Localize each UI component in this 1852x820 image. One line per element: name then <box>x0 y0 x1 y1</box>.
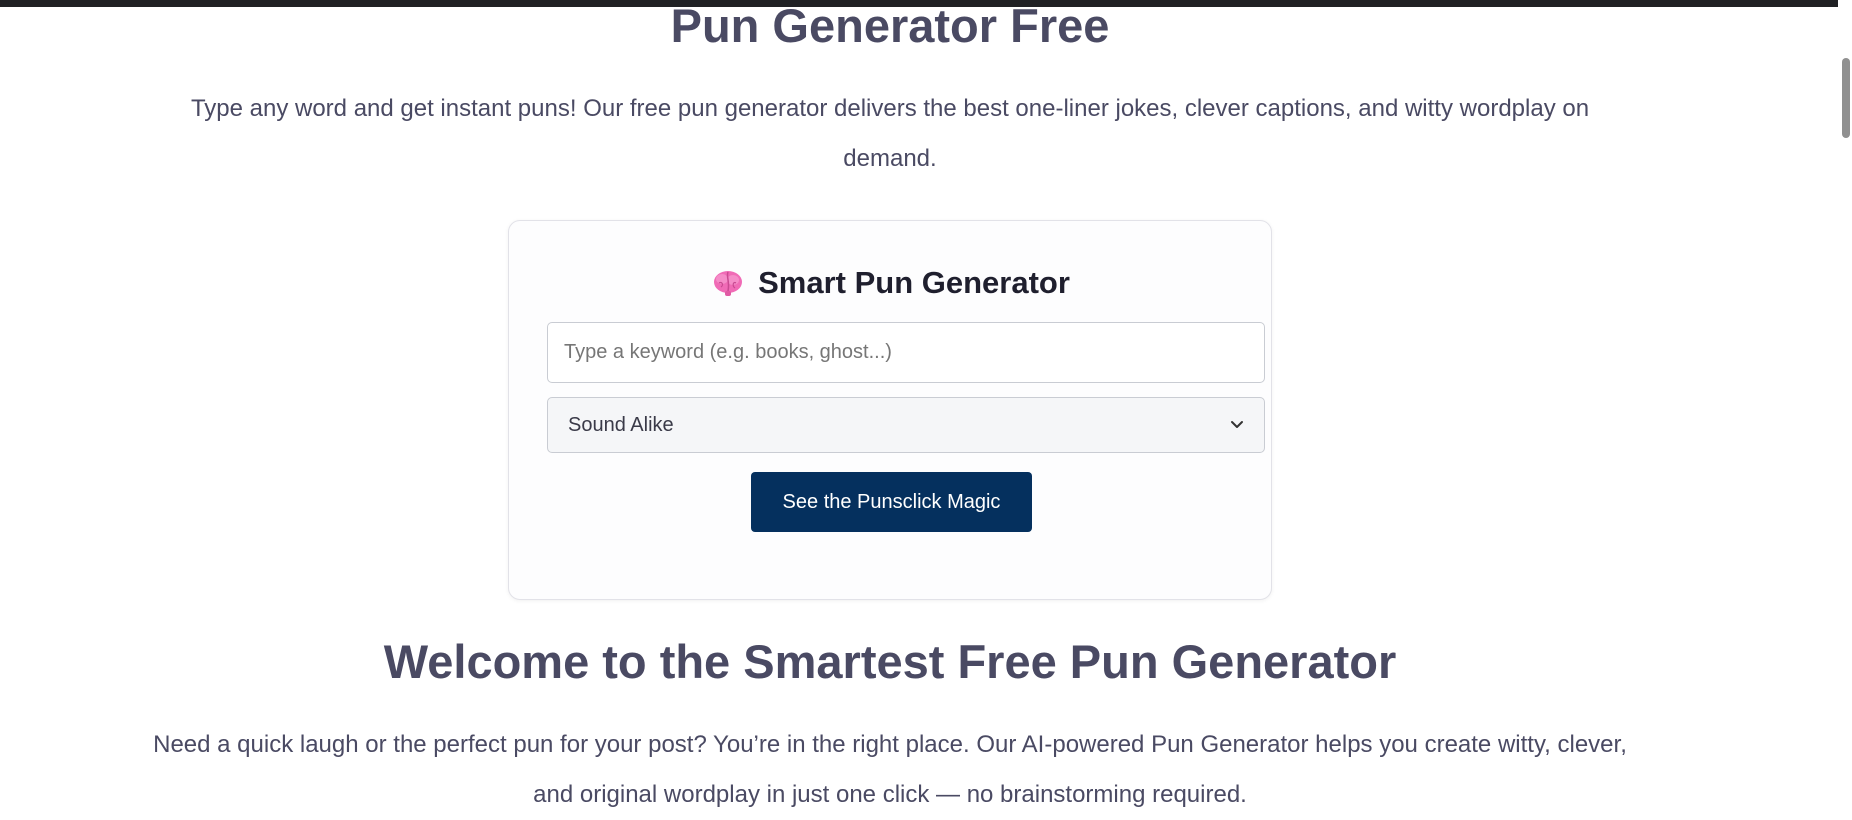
keyword-input[interactable] <box>547 322 1265 383</box>
generate-puns-button[interactable]: See the Punsclick Magic <box>751 472 1032 532</box>
welcome-paragraph: Need a quick laugh or the perfect pun fo… <box>153 731 1627 808</box>
pun-type-selected: Sound Alike <box>568 413 674 436</box>
welcome-heading: Welcome to the Smartest Free Pun Generat… <box>383 635 1397 688</box>
intro-paragraph: Type any word and get instant puns! Our … <box>190 95 1590 172</box>
page-title: Pun Generator Free <box>670 0 1110 52</box>
chevron-down-icon <box>1231 421 1243 428</box>
pun-generator-card: Smart Pun Generator Sound Alike See the … <box>508 220 1272 600</box>
pun-type-select[interactable]: Sound Alike <box>547 397 1265 453</box>
generator-title: Smart Pun Generator <box>758 265 1070 300</box>
page-content: Pun Generator Free Type any word and get… <box>0 0 1838 817</box>
brain-icon <box>714 271 743 296</box>
scrollbar-thumb[interactable] <box>1842 58 1850 138</box>
page-scrollbar[interactable] <box>1838 0 1852 817</box>
generator-heading: Smart Pun Generator <box>509 263 1273 303</box>
